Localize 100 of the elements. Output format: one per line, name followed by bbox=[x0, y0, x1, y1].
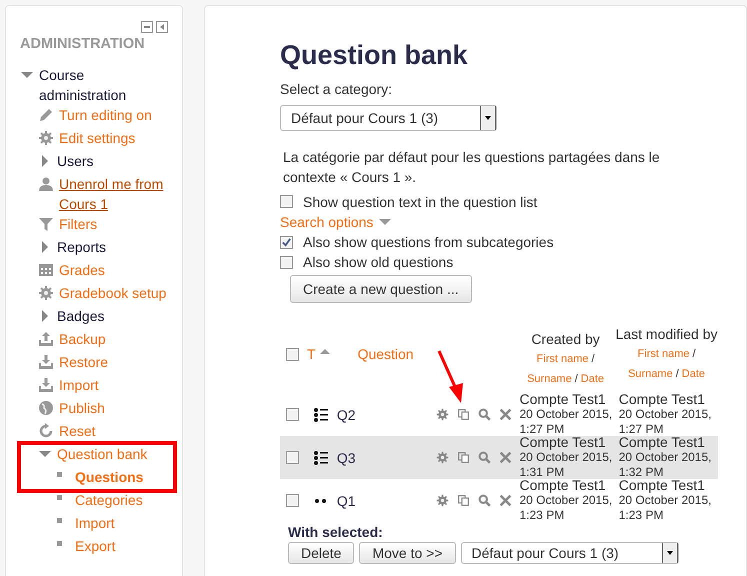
action-button[interactable]: Move to >> bbox=[359, 542, 456, 564]
user-icon bbox=[38, 176, 54, 192]
tree-item[interactable]: Badges bbox=[57, 306, 104, 326]
separator: / bbox=[692, 347, 696, 362]
sort-link[interactable]: Surname bbox=[527, 369, 572, 389]
menu-link[interactable]: Unenrol me from Cours 1 bbox=[59, 174, 179, 214]
search-icon[interactable] bbox=[478, 451, 492, 464]
upload-icon bbox=[38, 331, 54, 347]
checkbox[interactable] bbox=[286, 408, 299, 421]
modified-date: 20 October 2015, 1:32 PM bbox=[618, 450, 712, 480]
settings-icon[interactable] bbox=[436, 408, 450, 421]
sort-link[interactable]: Question bbox=[358, 346, 518, 362]
list-icon bbox=[314, 408, 328, 422]
search-icon[interactable] bbox=[478, 494, 492, 507]
menu-link[interactable]: Questions bbox=[75, 467, 144, 487]
pencil-icon bbox=[38, 107, 54, 123]
bullet-icon bbox=[57, 472, 62, 477]
minimize-icon[interactable] bbox=[141, 21, 153, 33]
menu-link[interactable]: Reset bbox=[59, 421, 96, 441]
grid-icon bbox=[38, 262, 54, 278]
menu-link[interactable]: Grades bbox=[59, 260, 105, 280]
created-date: 20 October 2015, 1:31 PM bbox=[520, 450, 614, 480]
checkbox[interactable] bbox=[286, 494, 299, 507]
question-name[interactable]: Q1 bbox=[336, 492, 356, 508]
action-button[interactable]: Delete bbox=[288, 542, 354, 564]
reset-icon bbox=[38, 423, 54, 439]
page-title: Question bank bbox=[280, 40, 469, 71]
table-row[interactable]: Q3 Compte Test1 20 October 2015, 1:31 PM Compte Test1 20 October 2015, 1:32 PM bbox=[280, 436, 718, 479]
separator: / bbox=[676, 367, 679, 382]
sort-link[interactable]: First name bbox=[638, 344, 690, 364]
settings-icon[interactable] bbox=[436, 494, 450, 507]
sort-link[interactable]: First name bbox=[536, 349, 589, 369]
checkbox[interactable] bbox=[280, 236, 293, 248]
creator-name: Compte Test1 bbox=[520, 435, 607, 450]
category-description: La catégorie par défaut pour les questions partagées dans le contexte « Cours 1 ». bbox=[283, 148, 661, 187]
checkbox[interactable] bbox=[280, 195, 293, 208]
modified-date: 20 October 2015, 1:27 PM bbox=[618, 407, 712, 437]
bullet-icon bbox=[57, 541, 62, 546]
column-header: Created by bbox=[531, 330, 600, 349]
sort-link[interactable]: Date bbox=[580, 369, 604, 389]
copy-icon[interactable] bbox=[457, 451, 470, 464]
block-title: ADMINISTRATION bbox=[20, 36, 146, 52]
search-options-link[interactable]: Search options bbox=[280, 214, 374, 230]
tree-item[interactable]: Reports bbox=[57, 237, 106, 257]
create-question-button[interactable]: Create a new question ... bbox=[290, 275, 472, 303]
modifier-name: Compte Test1 bbox=[618, 435, 706, 450]
menu-link[interactable]: Import bbox=[75, 513, 115, 533]
category-select[interactable]: Défaut pour Cours 1 (3) bbox=[280, 105, 497, 131]
with-selected-label: With selected: bbox=[288, 524, 384, 540]
tree-item[interactable]: Question bank bbox=[57, 444, 148, 464]
download-icon bbox=[38, 354, 54, 370]
delete-icon[interactable] bbox=[499, 494, 512, 507]
tree-item[interactable]: Course administration bbox=[39, 65, 149, 105]
field-label: Select a category: bbox=[280, 81, 394, 97]
menu-link[interactable]: Restore bbox=[59, 352, 108, 372]
download-icon bbox=[38, 377, 54, 393]
menu-link[interactable]: Edit settings bbox=[59, 128, 136, 148]
menu-link[interactable]: Filters bbox=[59, 214, 98, 234]
menu-link[interactable]: Categories bbox=[75, 490, 143, 510]
delete-icon[interactable] bbox=[499, 451, 512, 464]
creator-name: Compte Test1 bbox=[520, 392, 607, 407]
settings-icon[interactable] bbox=[436, 451, 450, 464]
globe-icon bbox=[38, 400, 54, 416]
checkbox[interactable] bbox=[280, 256, 293, 268]
filter-icon bbox=[38, 216, 54, 232]
dock-icon[interactable] bbox=[156, 21, 168, 33]
sort-link[interactable]: Surname bbox=[628, 364, 673, 384]
modifier-name: Compte Test1 bbox=[618, 392, 706, 407]
menu-link[interactable]: Export bbox=[75, 536, 116, 556]
move-target-select[interactable]: Défaut pour Cours 1 (3) bbox=[460, 542, 679, 564]
created-date: 20 October 2015, 1:23 PM bbox=[520, 493, 614, 523]
list-icon bbox=[314, 450, 328, 464]
created-date: 20 October 2015, 1:27 PM bbox=[520, 407, 614, 437]
sort-ascending-icon bbox=[320, 348, 330, 354]
copy-icon[interactable] bbox=[457, 494, 470, 507]
menu-link[interactable]: Import bbox=[59, 375, 99, 395]
menu-link[interactable]: Gradebook setup bbox=[59, 283, 166, 303]
tree-item[interactable]: Users bbox=[57, 151, 94, 171]
column-header: Last modified by bbox=[616, 325, 718, 344]
bullet-icon bbox=[57, 518, 62, 523]
search-icon[interactable] bbox=[478, 408, 492, 421]
checkbox[interactable] bbox=[286, 451, 299, 464]
menu-link[interactable]: Turn editing on bbox=[59, 105, 152, 125]
question-name[interactable]: Q2 bbox=[336, 406, 356, 422]
separator: / bbox=[574, 372, 578, 387]
menu-link[interactable]: Backup bbox=[59, 329, 106, 349]
menu-link[interactable]: Publish bbox=[59, 398, 105, 418]
dots-icon bbox=[315, 498, 326, 502]
select-all-checkbox[interactable] bbox=[286, 348, 299, 360]
question-name[interactable]: Q3 bbox=[336, 450, 356, 466]
delete-icon[interactable] bbox=[499, 408, 512, 421]
copy-icon[interactable] bbox=[457, 408, 470, 421]
checkbox-label: Also show questions from subcategories bbox=[303, 234, 554, 250]
sort-link[interactable]: T bbox=[307, 346, 316, 362]
separator: / bbox=[592, 352, 595, 367]
checkbox-label: Show question text in the question list bbox=[303, 194, 538, 210]
caret-icon[interactable] bbox=[379, 219, 392, 225]
annotation-arrow bbox=[436, 349, 466, 405]
gear-icon bbox=[38, 130, 54, 146]
sort-link[interactable]: Date bbox=[682, 364, 706, 384]
